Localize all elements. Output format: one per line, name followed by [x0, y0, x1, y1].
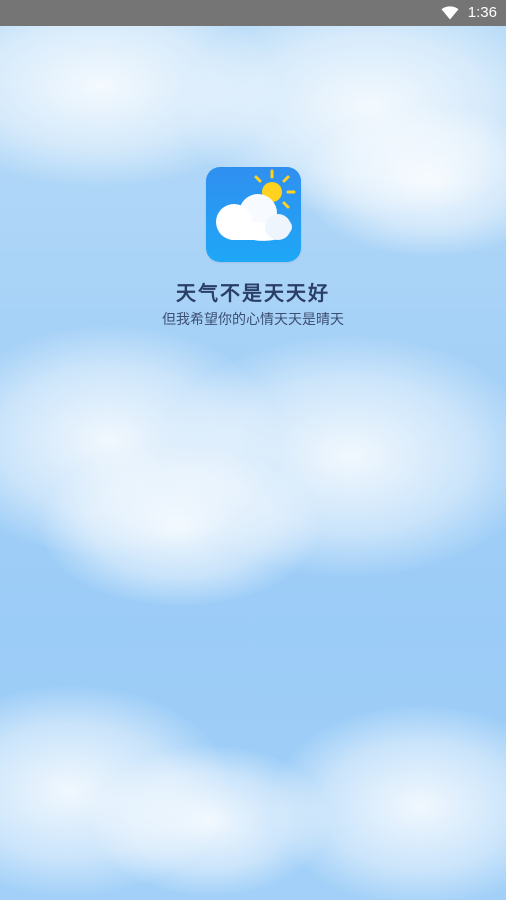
status-bar: 1:36	[0, 0, 506, 26]
status-time: 1:36	[467, 4, 497, 21]
splash-screen: 天气不是天天好 但我希望你的心情天天是晴天	[0, 0, 506, 900]
wifi-icon	[441, 6, 459, 20]
app-subtitle: 但我希望你的心情天天是晴天	[162, 312, 344, 328]
app-logo	[206, 167, 301, 262]
app-title: 天气不是天天好	[176, 281, 330, 305]
cloud-sun-icon	[206, 167, 301, 262]
status-icons: 1:36	[441, 0, 497, 26]
